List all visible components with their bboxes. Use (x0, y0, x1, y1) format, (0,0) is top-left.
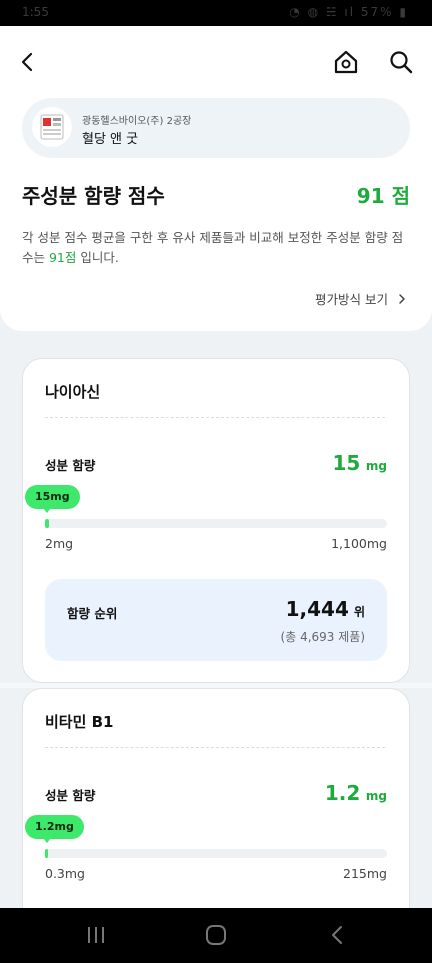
value-bubble: 1.2mg (25, 815, 84, 843)
rank-label: 함량 순위 (67, 606, 118, 621)
score-desc-highlight: 91점 (48, 250, 77, 265)
rank-total: (총 4,693 제품) (280, 630, 365, 644)
rank-number: 1,444 (285, 597, 349, 621)
summary-card: 광동헬스바이오(주) 2공장 혈당 앤 굿 주성분 함량 점수 91 점 각 성… (0, 26, 432, 331)
score-desc-suffix: 입니다. (76, 250, 119, 265)
recent-apps-icon[interactable] (86, 926, 106, 944)
content-range-bar (45, 849, 387, 858)
content-label: 성분 함량 (45, 458, 96, 473)
status-bar: 1:55 ◔ ◍ ☵ ıl 57% ▮ (0, 0, 432, 26)
score-title: 주성분 함량 점수 (22, 184, 165, 208)
divider (45, 417, 385, 418)
score-value: 91 점 (356, 184, 410, 208)
chevron-right-icon (399, 294, 405, 304)
evaluation-method-link[interactable]: 평가방식 보기 (315, 289, 408, 308)
range-min-label: 2mg (45, 536, 74, 551)
divider (45, 747, 385, 748)
content-range-fill (45, 849, 48, 858)
home-icon[interactable] (332, 48, 360, 76)
search-icon[interactable] (387, 48, 415, 76)
rank-unit: 위 (353, 605, 365, 619)
ingredient-card-niacin: 나이아신 성분 함량 15 mg 15mg 2mg 1,100mg 함량 순위 … (22, 358, 410, 683)
rank-value: 1,444 위 (286, 597, 365, 621)
product-thumbnail (32, 107, 72, 147)
ingredient-name: 나이아신 (45, 383, 101, 401)
content-unit: mg (365, 789, 387, 803)
product-name: 혈당 앤 굿 (82, 132, 139, 147)
product-maker: 광동헬스바이오(주) 2공장 (82, 116, 192, 127)
nav-back-icon[interactable] (326, 924, 348, 946)
range-max-label: 1,100mg (331, 536, 387, 551)
home-button-icon[interactable] (206, 925, 226, 945)
content-value: 1.2 mg (325, 781, 387, 805)
range-max-label: 215mg (343, 866, 387, 881)
content-number: 15 (332, 451, 361, 475)
back-icon[interactable] (14, 48, 42, 76)
product-chip[interactable]: 광동헬스바이오(주) 2공장 혈당 앤 굿 (22, 98, 410, 158)
content-label: 성분 함량 (45, 788, 96, 803)
content-value: 15 mg (332, 451, 387, 475)
status-icons: ◔ ◍ ☵ ıl 57% ▮ (289, 5, 408, 19)
content-number: 1.2 (324, 781, 361, 805)
value-bubble: 15mg (25, 485, 80, 513)
range-min-label: 0.3mg (45, 866, 85, 881)
status-time: 1:55 (22, 5, 49, 19)
evaluation-method-label: 평가방식 보기 (315, 292, 389, 307)
ingredient-name: 비타민 B1 (45, 713, 114, 731)
system-nav-bar (0, 908, 432, 963)
rank-box: 함량 순위 1,444 위 (총 4,693 제품) (45, 579, 387, 661)
score-description: 각 성분 점수 평균을 구한 후 유사 제품들과 비교해 보정한 주성분 함량 … (22, 228, 412, 268)
content-range-fill (45, 519, 50, 528)
content-range-bar (45, 519, 387, 528)
content-unit: mg (365, 459, 387, 473)
